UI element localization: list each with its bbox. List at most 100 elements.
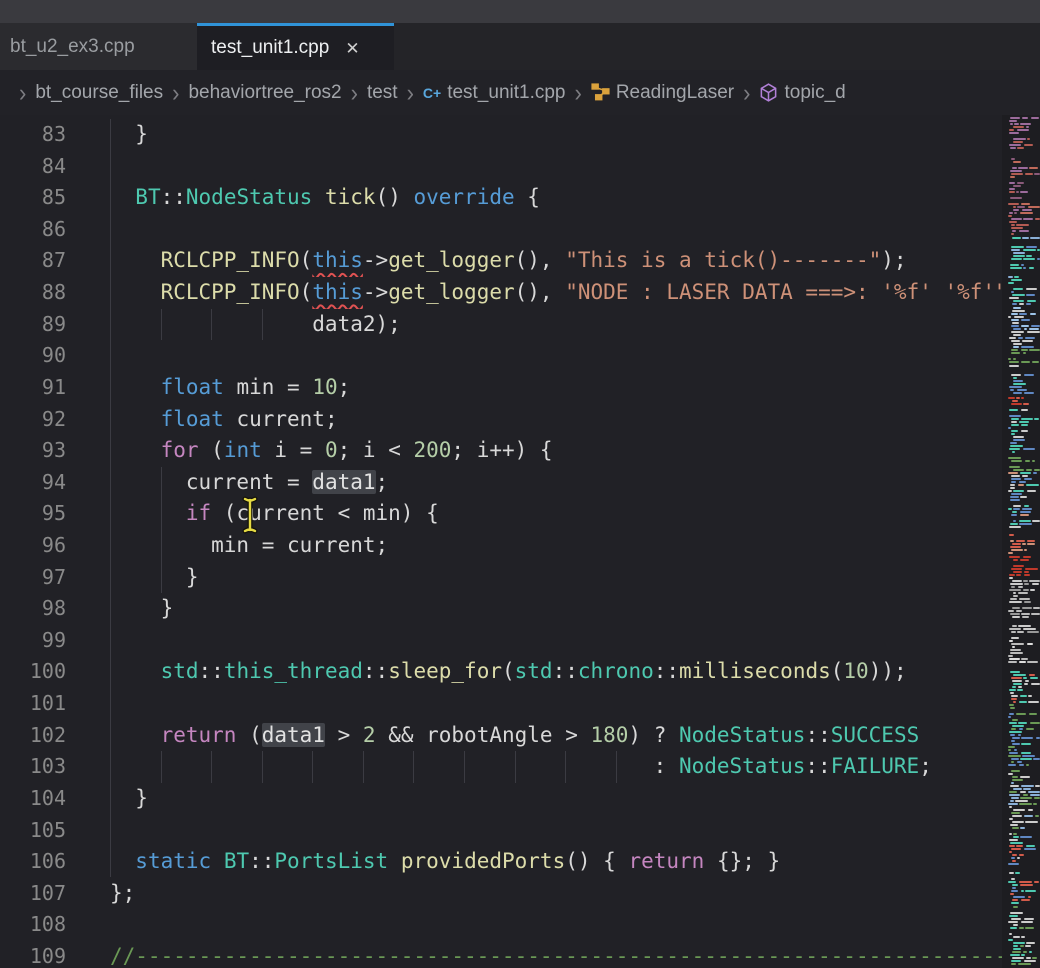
minimap-line (1013, 328, 1021, 330)
minimap-line (1010, 445, 1023, 447)
minimap-line (1016, 224, 1029, 226)
minimap-line (1011, 698, 1017, 700)
chevron-right-icon: › (407, 78, 414, 108)
minimap-line (1022, 237, 1029, 239)
line-number: 109 (0, 941, 66, 968)
minimap-line (1033, 803, 1037, 805)
minimap-line (1010, 824, 1018, 826)
minimap-line (1009, 731, 1022, 733)
minimap-line (1012, 230, 1016, 232)
minimap-line (1024, 478, 1032, 480)
minimap-line (1008, 803, 1018, 805)
minimap-line (1021, 752, 1031, 754)
code-line-89[interactable]: 89 data2); (0, 309, 1002, 341)
minimap-line (1030, 237, 1040, 239)
minimap-line (1029, 674, 1035, 676)
minimap-line (1009, 689, 1016, 691)
line-number: 99 (0, 625, 66, 657)
code-line-94[interactable]: 94 current = data1; (0, 467, 1002, 499)
code-line-108[interactable]: 108 (0, 909, 1002, 941)
code-line-106[interactable]: 106 static BT::PortsList providedPorts()… (0, 846, 1002, 878)
minimap-line (1016, 845, 1023, 847)
minimap-line (1019, 313, 1027, 315)
breadcrumb-item-test[interactable]: test (367, 82, 398, 104)
code-line-92[interactable]: 92 float current; (0, 404, 1002, 436)
minimap-line (1011, 568, 1022, 570)
close-icon[interactable]: ✕ (345, 40, 359, 57)
line-number: 93 (0, 435, 66, 467)
minimap-line (1017, 689, 1023, 691)
code-line-88[interactable]: 88 RCLCPP_INFO(this->get_logger(), "NODE… (0, 277, 1002, 309)
code-line-96[interactable]: 96 min = current; (0, 530, 1002, 562)
code-line-86[interactable]: 86 (0, 214, 1002, 246)
line-number: 107 (0, 878, 66, 910)
minimap-line (1013, 836, 1019, 838)
code-line-103[interactable]: 103 : NodeStatus::FAILURE; (0, 751, 1002, 783)
minimap-line (1010, 649, 1021, 651)
code-line-98[interactable]: 98 } (0, 593, 1002, 625)
minimap-line (1016, 540, 1025, 542)
code-line-87[interactable]: 87 RCLCPP_INFO(this->get_logger(), "This… (0, 245, 1002, 277)
minimap-line (1009, 628, 1021, 630)
minimap-line (1013, 185, 1021, 187)
minimap[interactable] (1002, 115, 1040, 968)
minimap-line (1012, 743, 1020, 745)
minimap-line (1009, 534, 1014, 536)
breadcrumb-item-ReadingLaser[interactable]: ReadingLaser (591, 82, 734, 104)
minimap-line (1013, 209, 1019, 211)
minimap-line (1008, 881, 1016, 883)
minimap-line (1026, 255, 1032, 257)
code-line-83[interactable]: 83 } (0, 119, 1002, 151)
minimap-line (1022, 117, 1028, 119)
minimap-line (1011, 963, 1016, 965)
breadcrumb-item-bt_course_files[interactable]: bt_course_files (35, 82, 163, 104)
code-line-91[interactable]: 91 float min = 10; (0, 372, 1002, 404)
code-line-104[interactable]: 104 } (0, 783, 1002, 815)
code-line-100[interactable]: 100 std::this_thread::sleep_for(std::chr… (0, 656, 1002, 688)
minimap-line (1009, 409, 1018, 411)
minimap-line (1013, 469, 1024, 471)
code-line-99[interactable]: 99 (0, 625, 1002, 657)
minimap-line (1022, 340, 1033, 342)
minimap-line (1023, 249, 1036, 251)
minimap-line (1011, 848, 1021, 850)
minimap-line (1033, 607, 1040, 609)
minimap-line (1034, 469, 1040, 471)
code-line-102[interactable]: 102 return (data1 > 2 && robotAngle > 18… (0, 720, 1002, 752)
minimap-line (1013, 592, 1016, 594)
breadcrumb-item-behaviortree_ros2[interactable]: behaviortree_ros2 (188, 82, 341, 104)
minimap-line (1011, 728, 1016, 730)
line-number: 87 (0, 245, 66, 277)
chevron-right-icon: › (172, 78, 179, 108)
minimap-line (1012, 815, 1022, 817)
minimap-line (1012, 860, 1016, 862)
tab-bt_u2_ex3.cpp[interactable]: bt_u2_ex3.cpp (0, 23, 197, 70)
code-text: : NodeStatus::FAILURE; (110, 751, 932, 783)
code-text: float current; (110, 404, 338, 436)
tab-test_unit1.cpp[interactable]: test_unit1.cpp✕ (197, 23, 394, 70)
line-number: 83 (0, 119, 66, 151)
minimap-line (1011, 319, 1019, 321)
code-editor[interactable]: 83 }8485 BT::NodeStatus tick() override … (0, 115, 1040, 968)
code-line-105[interactable]: 105 (0, 815, 1002, 847)
code-line-90[interactable]: 90 (0, 340, 1002, 372)
line-number: 105 (0, 815, 66, 847)
minimap-line (1019, 520, 1031, 522)
minimap-line (1010, 523, 1018, 525)
code-line-107[interactable]: 107}; (0, 878, 1002, 910)
code-line-95[interactable]: 95 if (current < min) { (0, 498, 1002, 530)
minimap-line (1013, 896, 1025, 898)
breadcrumb-item-test_unit1.cpp[interactable]: C+test_unit1.cpp (423, 82, 566, 104)
code-line-101[interactable]: 101 (0, 688, 1002, 720)
code-line-97[interactable]: 97 } (0, 562, 1002, 594)
code-line-93[interactable]: 93 for (int i = 0; i < 200; i++) { (0, 435, 1002, 467)
minimap-line (1011, 403, 1022, 405)
minimap-line (1009, 132, 1019, 134)
breadcrumb-item-topic_d[interactable]: topic_d (759, 82, 845, 104)
code-line-85[interactable]: 85 BT::NodeStatus tick() override { (0, 182, 1002, 214)
code-line-109[interactable]: 109//-----------------------------------… (0, 941, 1002, 968)
minimap-line (1021, 264, 1024, 266)
minimap-line (1021, 203, 1030, 205)
code-line-84[interactable]: 84 (0, 151, 1002, 183)
line-number: 92 (0, 404, 66, 436)
